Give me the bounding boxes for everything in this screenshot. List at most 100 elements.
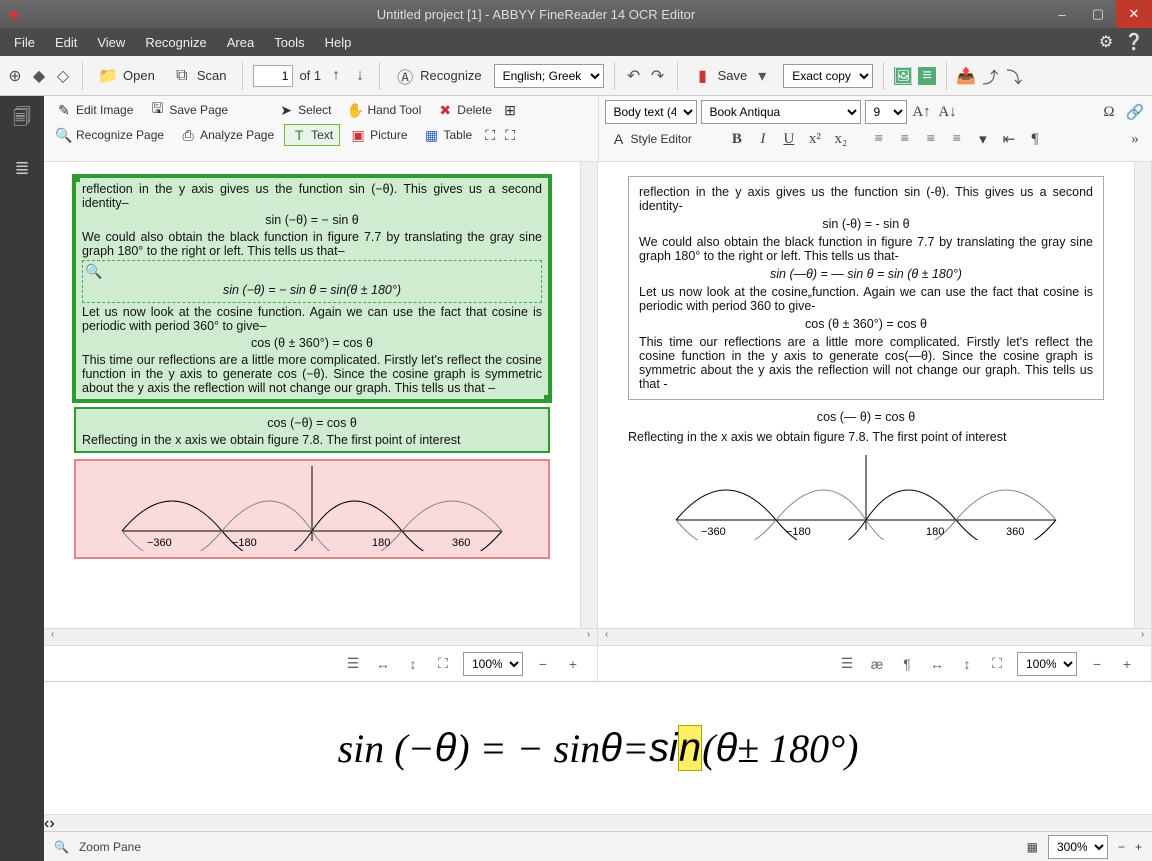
indent-right-icon[interactable]: ¶: [1024, 128, 1046, 150]
menu-view[interactable]: View: [87, 31, 135, 54]
select-tool-button[interactable]: ➤Select: [272, 100, 337, 120]
status-zoom-in-icon[interactable]: +: [1135, 840, 1142, 854]
save-page-button[interactable]: 🖫Save Page: [143, 100, 234, 120]
pages-icon[interactable]: 🗐: [6, 104, 38, 136]
page-up-icon[interactable]: ↑: [327, 67, 345, 85]
delete-area-button[interactable]: ✖Delete: [431, 100, 498, 120]
align-left-icon[interactable]: ≡: [868, 128, 890, 150]
underline-button[interactable]: U: [778, 128, 800, 150]
menu-edit[interactable]: Edit: [45, 31, 87, 54]
indent-left-icon[interactable]: ⇤: [998, 128, 1020, 150]
text-block[interactable]: reflection in the y axis gives us the fu…: [628, 176, 1104, 400]
recognize-page-button[interactable]: 🔍Recognize Page: [50, 125, 170, 145]
hand-tool-button[interactable]: ✋Hand Tool: [341, 100, 427, 120]
export-down-icon[interactable]: ⤵: [1005, 67, 1023, 85]
area-extra2-icon[interactable]: ⛶: [502, 127, 518, 143]
layers-up-icon[interactable]: ◆: [30, 67, 48, 85]
fit-page-icon[interactable]: ⛶: [433, 655, 453, 672]
fit-width-icon[interactable]: ↔: [373, 656, 393, 672]
edit-image-button[interactable]: ✎Edit Image: [50, 100, 139, 120]
zoom-in-icon[interactable]: +: [563, 656, 583, 672]
text-area-button[interactable]: TText: [284, 124, 340, 146]
line-spacing-icon[interactable]: ▾: [972, 128, 994, 150]
maximize-button[interactable]: ▢: [1080, 0, 1116, 28]
save-button[interactable]: ▮Save▾: [688, 63, 778, 89]
align-center-icon[interactable]: ≡: [894, 128, 916, 150]
font-grow-icon[interactable]: A↑: [911, 101, 933, 123]
align-right-icon[interactable]: ≡: [920, 128, 942, 150]
zoom-hscrollbar[interactable]: ‹›: [44, 814, 1152, 831]
layers-down-icon[interactable]: ◇: [54, 67, 72, 85]
area-extra1-icon[interactable]: ⛶: [482, 127, 498, 143]
language-select[interactable]: English; Greek: [494, 64, 604, 88]
analyze-page-button[interactable]: ⎙Analyze Page: [174, 125, 280, 145]
text-view-icon[interactable]: ≡: [918, 67, 936, 85]
italic-button[interactable]: I: [752, 128, 774, 150]
reading-order-icon[interactable]: ☰: [343, 655, 363, 672]
table-area-button[interactable]: ▦Table: [418, 125, 479, 145]
font-family-select[interactable]: Book Antiqua: [701, 100, 861, 124]
align-justify-icon[interactable]: ≡: [946, 128, 968, 150]
menu-tools[interactable]: Tools: [264, 31, 314, 54]
save-mode-select[interactable]: Exact copy: [783, 64, 873, 88]
reading-order-icon[interactable]: ☰: [837, 655, 857, 672]
menu-area[interactable]: Area: [217, 31, 264, 54]
menu-file[interactable]: File: [4, 31, 45, 54]
page-down-icon[interactable]: ↓: [351, 67, 369, 85]
recognize-button[interactable]: ⒶRecognize: [390, 63, 487, 89]
list-icon[interactable]: ≣: [6, 152, 38, 184]
superscript-button[interactable]: x²: [804, 128, 826, 150]
bold-button[interactable]: B: [726, 128, 748, 150]
menu-help[interactable]: Help: [315, 31, 362, 54]
zoom-in-icon[interactable]: +: [1117, 656, 1137, 672]
text-hscrollbar[interactable]: ‹›: [598, 628, 1151, 645]
font-shrink-icon[interactable]: A↓: [937, 101, 959, 123]
picture-area-button[interactable]: ▣Picture: [344, 125, 413, 145]
special-chars-icon[interactable]: æ: [867, 656, 887, 672]
export-up-icon[interactable]: ⤴: [981, 67, 999, 85]
help-icon[interactable]: ❔: [1120, 32, 1148, 52]
fit-height-icon[interactable]: ↕: [403, 656, 423, 672]
more-tools-icon[interactable]: »: [1124, 128, 1146, 150]
settings-icon[interactable]: ⚙: [1092, 32, 1120, 52]
fit-page-icon[interactable]: ⛶: [987, 655, 1007, 672]
open-button[interactable]: 📁Open: [93, 63, 161, 89]
image-vscrollbar[interactable]: [580, 162, 597, 628]
fit-width-icon[interactable]: ↔: [927, 656, 947, 672]
minimize-button[interactable]: –: [1044, 0, 1080, 28]
add-area-icon[interactable]: ⊞: [502, 102, 518, 118]
paragraph-style-select[interactable]: Body text (4) + v: [605, 100, 697, 124]
image-zoom-select[interactable]: 100%: [463, 652, 523, 676]
selected-line-region[interactable]: 🔍 sin (−θ) = − sin θ = sin(θ ± 180°): [82, 260, 542, 303]
pilcrow-icon[interactable]: ¶: [897, 656, 917, 672]
text-scroll-area[interactable]: reflection in the y axis gives us the fu…: [598, 162, 1134, 628]
page-number-input[interactable]: [253, 65, 293, 87]
picture-region[interactable]: −360 −180 180 360: [74, 459, 550, 559]
omega-icon[interactable]: Ω: [1098, 101, 1120, 123]
font-size-select[interactable]: 9: [865, 100, 907, 124]
save-dropdown-icon[interactable]: ▾: [753, 67, 771, 85]
subscript-button[interactable]: x₂: [830, 128, 852, 150]
zoom-pane-icon[interactable]: 🔍: [54, 840, 69, 854]
zoom-out-icon[interactable]: −: [1087, 656, 1107, 672]
fit-height-icon[interactable]: ↕: [957, 656, 977, 672]
close-button[interactable]: ✕: [1116, 0, 1152, 28]
status-zoom-select[interactable]: 300%: [1048, 835, 1108, 859]
text-vscrollbar[interactable]: [1134, 162, 1151, 628]
grid-icon[interactable]: ▦: [1027, 840, 1038, 854]
image-scroll-area[interactable]: reflection in the y axis gives us the fu…: [44, 162, 580, 628]
zoom-out-icon[interactable]: −: [533, 656, 553, 672]
add-page-icon[interactable]: ⊕: [6, 67, 24, 85]
text-region-2[interactable]: cos (−θ) = cos θ Reflecting in the x axi…: [74, 407, 550, 453]
text-zoom-select[interactable]: 100%: [1017, 652, 1077, 676]
redo-icon[interactable]: ↷: [649, 67, 667, 85]
image-hscrollbar[interactable]: ‹›: [44, 628, 597, 645]
zoom-formula[interactable]: sin (−θ) = − sin θ = sin(θ ± 180°): [44, 682, 1152, 814]
send-icon[interactable]: 📤: [957, 67, 975, 85]
undo-icon[interactable]: ↶: [625, 67, 643, 85]
text-region-1[interactable]: reflection in the y axis gives us the fu…: [74, 176, 550, 401]
menu-recognize[interactable]: Recognize: [135, 31, 216, 54]
status-zoom-out-icon[interactable]: −: [1118, 840, 1125, 854]
style-editor-button[interactable]: AStyle Editor: [605, 129, 698, 149]
link-icon[interactable]: 🔗: [1124, 101, 1146, 123]
